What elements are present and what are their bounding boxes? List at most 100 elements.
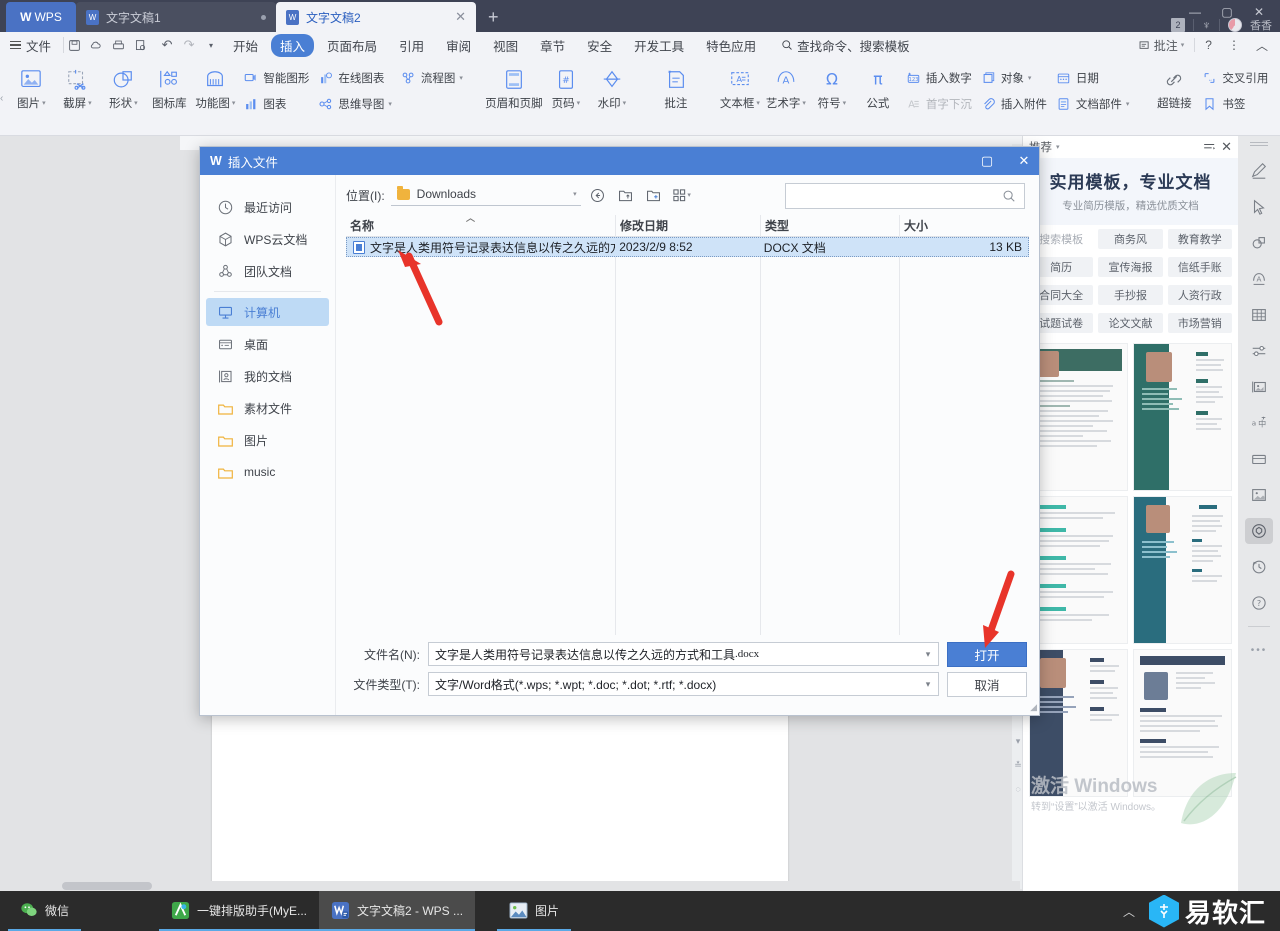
- template-thumbnail[interactable]: [1133, 496, 1232, 644]
- picture-frame-icon[interactable]: [1245, 482, 1273, 508]
- dialog-resize-grip[interactable]: ◢: [1030, 702, 1037, 713]
- object-button[interactable]: 对象 ▾: [976, 66, 1051, 90]
- place-my-documents[interactable]: 我的文档: [206, 362, 329, 390]
- pen-icon[interactable]: [1245, 158, 1273, 184]
- ribbon-tab-references[interactable]: 引用: [390, 34, 433, 57]
- image-panel-icon[interactable]: [1245, 374, 1273, 400]
- user-name[interactable]: 香香: [1250, 17, 1272, 33]
- shapes-icon[interactable]: [1245, 230, 1273, 256]
- ribbon-tab-review[interactable]: 审阅: [437, 34, 480, 57]
- ribbon-tab-page-layout[interactable]: 页面布局: [318, 34, 386, 57]
- new-folder-icon[interactable]: [643, 184, 665, 206]
- save-icon[interactable]: [68, 39, 90, 52]
- filetype-select[interactable]: 文字/Word格式(*.wps; *.wpt; *.doc; *.dot; *.…: [428, 672, 939, 696]
- ribbon-tab-insert[interactable]: 插入: [271, 33, 315, 57]
- place-wps-cloud[interactable]: WPS云文档: [206, 225, 329, 253]
- template-chip-stationery[interactable]: 信纸手账: [1167, 257, 1232, 277]
- wordart-icon[interactable]: A: [1245, 266, 1273, 292]
- customize-quick-access-icon[interactable]: ▾: [200, 41, 222, 50]
- ribbon-tab-start[interactable]: 开始: [224, 34, 267, 57]
- insert-comment-button[interactable]: 批注: [653, 61, 699, 111]
- template-thumbnail[interactable]: [1029, 343, 1128, 491]
- ribbon-tab-view[interactable]: 视图: [484, 34, 527, 57]
- cursor-icon[interactable]: [1245, 194, 1273, 220]
- path-combobox[interactable]: Downloads ▾: [390, 184, 581, 206]
- template-chip-education[interactable]: 教育教学: [1167, 229, 1232, 249]
- attachment-button[interactable]: 插入附件: [976, 92, 1051, 116]
- textbox-button[interactable]: A 文本框 ▾: [717, 61, 763, 111]
- help-circle-icon[interactable]: ?: [1245, 590, 1273, 616]
- horizontal-scrollbar[interactable]: [0, 881, 1020, 891]
- box-icon[interactable]: [1245, 446, 1273, 472]
- formula-button[interactable]: π 公式: [855, 61, 901, 111]
- document-tab-1[interactable]: W 文字文稿1: [76, 2, 276, 32]
- template-chip-business[interactable]: 商务风: [1098, 229, 1163, 249]
- cloud-sync-icon[interactable]: [90, 39, 112, 52]
- smart-graphic-button[interactable]: 智能图形: [238, 66, 313, 90]
- template-chip-hr[interactable]: 人资行政: [1167, 285, 1232, 305]
- shield-icon[interactable]: [1245, 518, 1273, 544]
- drop-cap-button[interactable]: A 首字下沉: [901, 92, 976, 116]
- cross-reference-button[interactable]: ,, 交叉引用: [1197, 66, 1272, 90]
- online-chart-button[interactable]: 在线图表: [313, 66, 396, 90]
- close-tab-icon[interactable]: ✕: [455, 9, 466, 25]
- view-mode-icon[interactable]: ▾: [671, 184, 693, 206]
- avatar[interactable]: [1228, 18, 1242, 32]
- cancel-button[interactable]: 取消: [947, 671, 1027, 697]
- insert-number-button[interactable]: 123 插入数字: [901, 66, 976, 90]
- place-computer[interactable]: 计算机: [206, 298, 329, 326]
- shapes-button[interactable]: 形状 ▾: [100, 61, 146, 111]
- page-number-button[interactable]: # 页码 ▾: [543, 61, 589, 111]
- template-chip-poster[interactable]: 宣传海报: [1098, 257, 1163, 277]
- watermark-button[interactable]: 水印 ▾: [589, 61, 635, 111]
- wordart-button[interactable]: A 艺术字 ▾: [763, 61, 809, 111]
- back-icon[interactable]: [587, 184, 609, 206]
- list-menu-icon[interactable]: [1203, 142, 1217, 152]
- undo-icon[interactable]: ↶: [156, 37, 178, 53]
- chevron-down-icon[interactable]: ▾: [573, 190, 577, 198]
- dialog-close-button[interactable]: ✕: [1009, 147, 1039, 175]
- history-icon[interactable]: [1245, 554, 1273, 580]
- place-music[interactable]: music: [206, 458, 329, 486]
- template-chip-marketing[interactable]: 市场营销: [1167, 313, 1232, 333]
- file-menu-button[interactable]: 文件: [0, 36, 59, 55]
- column-header-size[interactable]: 大小: [899, 214, 1029, 237]
- chevron-down-icon[interactable]: ▾: [918, 679, 938, 690]
- date-button[interactable]: 日期: [1051, 66, 1134, 90]
- table-row[interactable]: 文字是人类用符号记录表达信息以传之久远的方式... 2023/2/9 8:52 …: [346, 237, 1029, 257]
- wps-home-button[interactable]: W WPS: [6, 2, 76, 32]
- print-icon[interactable]: [112, 39, 134, 52]
- place-team-docs[interactable]: 团队文档: [206, 257, 329, 285]
- chart-button[interactable]: 图表: [238, 92, 313, 116]
- column-header-type[interactable]: 类型: [760, 214, 899, 237]
- template-thumbnail[interactable]: [1029, 496, 1128, 644]
- up-folder-icon[interactable]: [615, 184, 637, 206]
- more-dots-icon[interactable]: •••: [1245, 637, 1273, 663]
- document-page[interactable]: [212, 710, 788, 885]
- print-preview-icon[interactable]: [134, 39, 156, 52]
- filename-input[interactable]: 文字是人类用符号记录表达信息以传之久远的方式和工具 .docx ▾: [428, 642, 939, 666]
- taskbar-item-wechat[interactable]: 微信: [8, 891, 82, 931]
- more-options-button[interactable]: ⋮: [1222, 38, 1246, 52]
- insert-picture-button[interactable]: 图片 ▾: [8, 61, 54, 111]
- horizontal-scrollbar-thumb[interactable]: [62, 882, 152, 890]
- ribbon-tab-featured-apps[interactable]: 特色应用: [697, 34, 765, 57]
- taskbar-item-photos[interactable]: 图片: [497, 891, 572, 931]
- comment-button[interactable]: 批注 ▾: [1132, 37, 1191, 54]
- ribbon-tab-section[interactable]: 章节: [531, 34, 574, 57]
- command-search[interactable]: 查找命令、搜索模板: [781, 36, 910, 55]
- header-footer-button[interactable]: 页眉和页脚: [485, 61, 543, 111]
- help-button[interactable]: ?: [1199, 38, 1218, 52]
- new-tab-button[interactable]: +: [476, 7, 511, 32]
- taskbar-item-typeset-helper[interactable]: 一键排版助手(MyE...: [159, 891, 320, 931]
- taskbar-item-wps-writer[interactable]: 文字文稿2 - WPS ...: [319, 891, 476, 931]
- chevron-down-icon[interactable]: ▾: [918, 649, 938, 660]
- screenshot-button[interactable]: 截屏 ▾: [54, 61, 100, 111]
- function-chart-button[interactable]: 功能图 ▾: [192, 61, 238, 111]
- column-header-modified[interactable]: 修改日期: [615, 214, 760, 237]
- mindmap-button[interactable]: 思维导图 ▾: [313, 92, 396, 116]
- template-chip-thesis[interactable]: 论文文献: [1098, 313, 1163, 333]
- file-search-input[interactable]: [785, 183, 1025, 209]
- collapse-ribbon-button[interactable]: ︿: [1250, 37, 1274, 54]
- ribbon-tab-security[interactable]: 安全: [578, 34, 621, 57]
